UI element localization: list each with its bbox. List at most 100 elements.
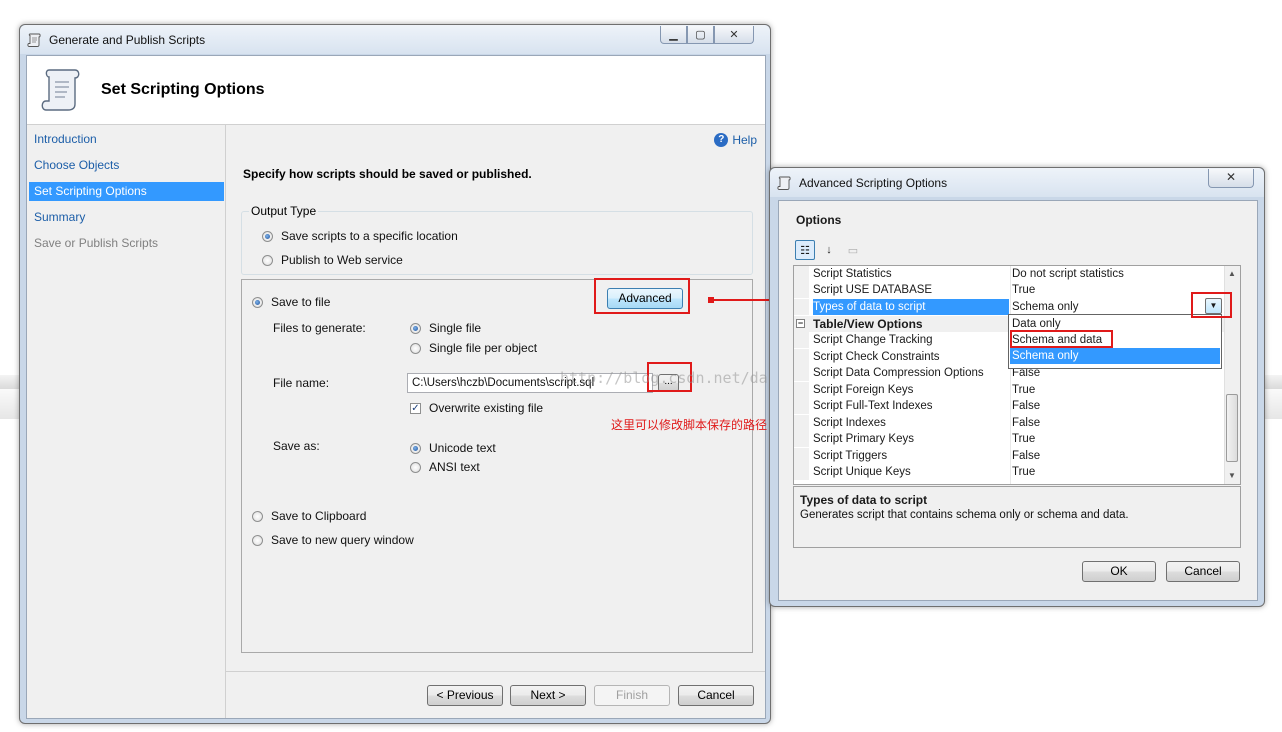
row-gutter bbox=[794, 299, 809, 315]
property-value: False bbox=[1012, 450, 1041, 462]
property-row[interactable]: Script Indexes False bbox=[794, 415, 1224, 431]
maximize-button[interactable]: ▢ bbox=[687, 26, 714, 44]
scroll-up-icon[interactable]: ▲ bbox=[1228, 269, 1236, 278]
radio-publish-web[interactable]: Publish to Web service bbox=[262, 253, 403, 267]
property-row[interactable]: Script Triggers False bbox=[794, 448, 1224, 464]
description-panel: Types of data to script Generates script… bbox=[793, 486, 1241, 548]
save-options-panel bbox=[241, 279, 753, 653]
property-value: True bbox=[1012, 384, 1036, 396]
property-value: False bbox=[1012, 400, 1041, 412]
radio-single-file-per-object[interactable]: Single file per object bbox=[410, 341, 537, 355]
property-row[interactable]: Script USE DATABASE True bbox=[794, 282, 1224, 298]
footer-separator bbox=[226, 671, 765, 672]
radio-label: ANSI text bbox=[429, 460, 480, 474]
save-as-label: Save as: bbox=[273, 439, 320, 453]
radio-indicator bbox=[262, 230, 273, 242]
highlight-advanced bbox=[594, 278, 690, 314]
nav-item-choose-objects[interactable]: Choose Objects bbox=[29, 156, 224, 175]
radio-save-to-file[interactable]: Save to file bbox=[252, 295, 330, 309]
property-value[interactable]: Schema only bbox=[1012, 299, 1212, 315]
property-row[interactable]: Script Primary Keys True bbox=[794, 431, 1224, 447]
property-row[interactable]: Script Foreign Keys True bbox=[794, 382, 1224, 398]
property-name: Script Unique Keys bbox=[813, 466, 911, 478]
radio-label: Single file per object bbox=[429, 341, 538, 355]
property-name: Script Statistics bbox=[813, 268, 892, 280]
radio-save-to-clipboard[interactable]: Save to Clipboard bbox=[252, 509, 366, 523]
nav-item-set-scripting-options[interactable]: Set Scripting Options bbox=[29, 182, 224, 201]
collapse-icon[interactable]: − bbox=[796, 319, 805, 328]
row-gutter bbox=[794, 431, 809, 447]
row-gutter bbox=[794, 266, 809, 282]
title-bar[interactable]: Generate and Publish Scripts ▁ ▢ ✕ bbox=[20, 25, 770, 54]
property-pages-button: ▭ bbox=[843, 240, 863, 260]
radio-save-to-location[interactable]: Save scripts to a specific location bbox=[262, 229, 458, 243]
radio-label: Single file bbox=[429, 321, 482, 335]
minimize-button[interactable]: ▁ bbox=[660, 26, 687, 44]
close-icon: ✕ bbox=[1225, 170, 1237, 184]
property-row-selected[interactable]: Types of data to script Schema only bbox=[794, 299, 1224, 315]
radio-label: Save to new query window bbox=[271, 533, 414, 547]
wizard-header: Set Scripting Options bbox=[27, 56, 765, 125]
property-row[interactable]: Script Full-Text Indexes False bbox=[794, 398, 1224, 414]
cancel-button[interactable]: Cancel bbox=[678, 685, 754, 706]
radio-indicator bbox=[252, 296, 263, 308]
property-grid-toolbar: ☷ ↓ ▭ bbox=[795, 239, 863, 261]
nav-item-label: Choose Objects bbox=[34, 158, 120, 172]
property-name: Script Triggers bbox=[813, 450, 888, 462]
property-value: True bbox=[1012, 284, 1036, 296]
previous-button[interactable]: < Previous bbox=[427, 685, 503, 706]
property-value: Do not script statistics bbox=[1012, 268, 1124, 280]
highlight-dropdown-button bbox=[1191, 292, 1232, 318]
minimize-icon: ▁ bbox=[669, 29, 678, 41]
checkbox-overwrite[interactable]: ✓ Overwrite existing file bbox=[410, 401, 543, 415]
script-scroll-icon bbox=[777, 176, 791, 190]
property-value: True bbox=[1012, 466, 1036, 478]
radio-unicode-text[interactable]: Unicode text bbox=[410, 441, 496, 455]
radio-label: Unicode text bbox=[429, 441, 496, 455]
ok-button[interactable]: OK bbox=[1082, 561, 1156, 582]
close-button[interactable]: ✕ bbox=[714, 26, 754, 44]
scroll-thumb[interactable] bbox=[1226, 394, 1238, 462]
finish-button: Finish bbox=[594, 685, 670, 706]
checkbox-label: Overwrite existing file bbox=[429, 401, 544, 415]
dialog-cancel-button[interactable]: Cancel bbox=[1166, 561, 1240, 582]
instruction-text: Specify how scripts should be saved or p… bbox=[243, 167, 532, 181]
dialog-title-bar[interactable]: Advanced Scripting Options ✕ bbox=[770, 168, 1264, 197]
help-link[interactable]: ? Help bbox=[714, 133, 757, 147]
row-gutter bbox=[794, 415, 809, 431]
highlight-schema-and-data bbox=[1010, 330, 1113, 348]
radio-single-file[interactable]: Single file bbox=[410, 321, 481, 335]
category-name: Table/View Options bbox=[813, 317, 923, 331]
next-button[interactable]: Next > bbox=[510, 685, 586, 706]
scroll-down-icon[interactable]: ▼ bbox=[1228, 471, 1236, 480]
property-name: Script Primary Keys bbox=[813, 433, 914, 445]
caption-buttons: ▁ ▢ ✕ bbox=[660, 26, 754, 46]
radio-ansi-text[interactable]: ANSI text bbox=[410, 460, 480, 474]
property-name: Script Check Constraints bbox=[813, 351, 940, 363]
row-gutter bbox=[794, 332, 809, 348]
categorized-button[interactable]: ☷ bbox=[795, 240, 815, 260]
nav-item-introduction[interactable]: Introduction bbox=[29, 130, 224, 149]
radio-indicator bbox=[410, 442, 421, 454]
row-gutter bbox=[794, 464, 809, 480]
property-pages-icon: ▭ bbox=[847, 244, 859, 257]
wizard-nav: Introduction Choose Objects Set Scriptin… bbox=[27, 125, 226, 718]
property-name: Types of data to script bbox=[813, 299, 1009, 315]
property-row[interactable]: Script Unique Keys True bbox=[794, 464, 1224, 480]
maximize-icon: ▢ bbox=[695, 29, 706, 41]
radio-label: Save scripts to a specific location bbox=[281, 229, 458, 243]
dropdown-option-selected[interactable]: Schema only bbox=[1010, 348, 1220, 364]
property-row[interactable]: Script Statistics Do not script statisti… bbox=[794, 266, 1224, 282]
page-title: Set Scripting Options bbox=[101, 81, 265, 98]
radio-save-to-query-window[interactable]: Save to new query window bbox=[252, 533, 414, 547]
property-name: Script Indexes bbox=[813, 417, 886, 429]
alphabetical-button[interactable]: ↓ bbox=[819, 240, 839, 260]
nav-item-summary[interactable]: Summary bbox=[29, 208, 224, 227]
description-title: Types of data to script bbox=[800, 493, 928, 507]
dialog-client-area: Options ☷ ↓ ▭ Script Statistics Do not s… bbox=[778, 200, 1258, 601]
dialog-close-button[interactable]: ✕ bbox=[1208, 169, 1254, 188]
nav-item-label: Summary bbox=[34, 210, 86, 224]
dialog-title: Advanced Scripting Options bbox=[799, 176, 948, 190]
property-value: False bbox=[1012, 417, 1041, 429]
radio-indicator bbox=[262, 254, 273, 266]
